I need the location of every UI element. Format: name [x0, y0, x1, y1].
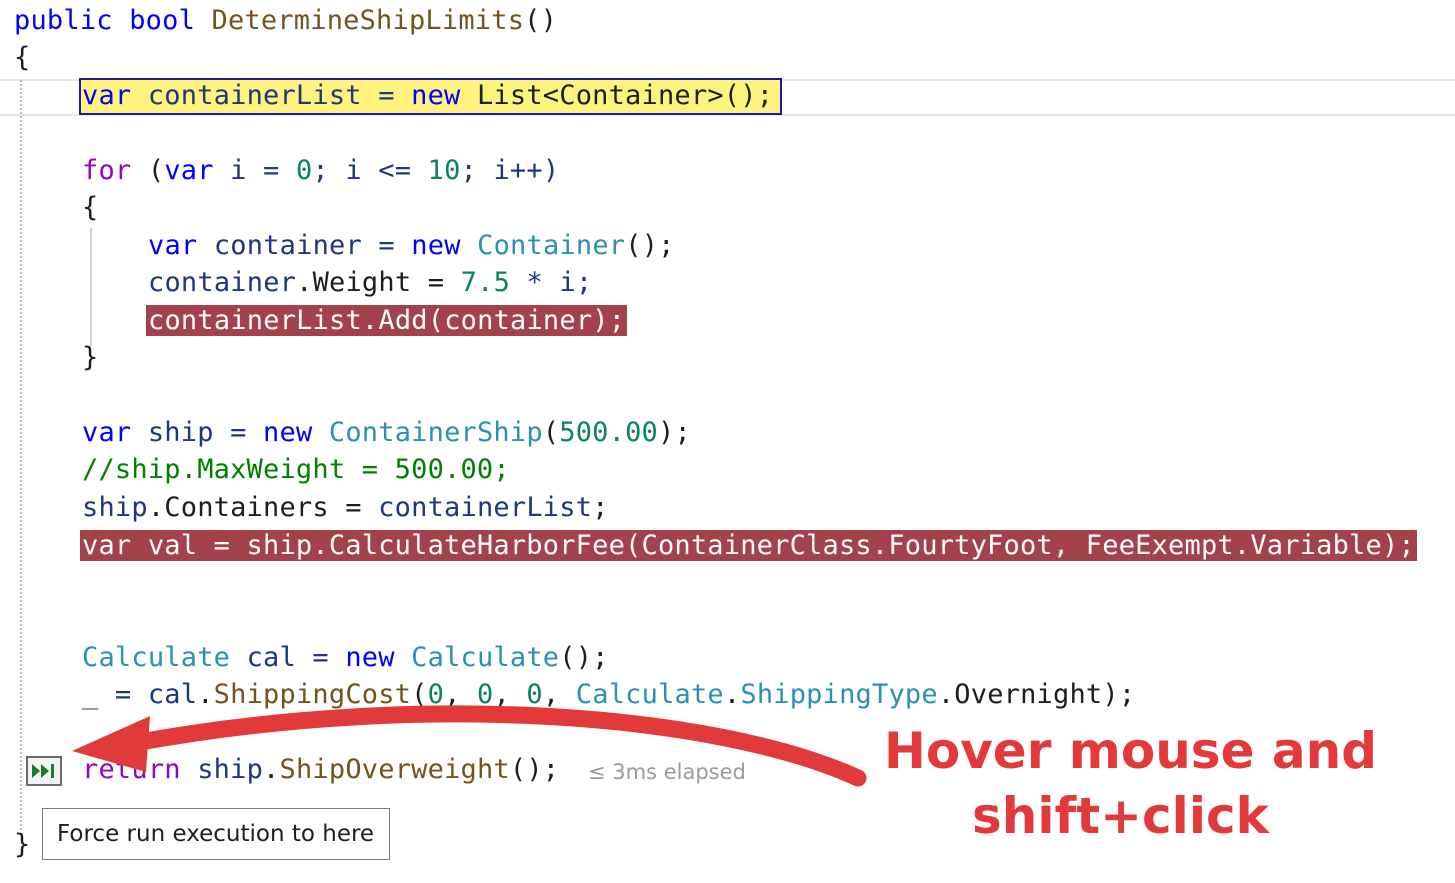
close-brace: }: [82, 342, 99, 373]
method-call: ShipOverweight: [279, 754, 510, 785]
code-line-weight[interactable]: container.Weight = 7.5 * i;: [148, 264, 592, 301]
code-text: .Containers =: [147, 492, 379, 523]
code-text: .: [723, 679, 741, 710]
code-line-comment[interactable]: //ship.MaxWeight = 500.00;: [82, 451, 510, 488]
keyword-var: var: [148, 230, 198, 261]
code-line-current-statement[interactable]: var containerList = new List<Container>(…: [82, 77, 773, 114]
breakpoint-highlight: var val = ship.CalculateHarborFee(Contai…: [80, 530, 1417, 561]
close-brace: }: [14, 829, 31, 860]
keyword-new: new: [263, 417, 313, 448]
for-block-indent-guide: [90, 228, 92, 346]
annotation-line-1: Hover mouse and: [884, 722, 1378, 780]
type-name: Calculate: [411, 642, 560, 673]
keyword-public: public: [14, 5, 113, 36]
code-line-shipping-cost[interactable]: _ = cal.ShippingCost(0, 0, 0, Calculate.…: [82, 676, 1135, 713]
type-name: ContainerShip: [328, 417, 543, 448]
keyword-for: for: [82, 155, 132, 186]
code-text: ();: [559, 642, 609, 673]
identifier: ship: [197, 754, 264, 785]
force-run-tooltip: Force run execution to here: [42, 808, 390, 860]
code-text: ();: [625, 230, 675, 261]
code-line-close-brace[interactable]: }: [14, 826, 30, 863]
code-line-for-open-brace[interactable]: {: [82, 189, 98, 226]
number-literal: 0: [477, 679, 494, 710]
code-line-return[interactable]: return ship.ShipOverweight();: [82, 751, 559, 788]
code-line-signature[interactable]: public bool DetermineShipLimits(): [14, 2, 557, 39]
run-to-here-icon: [32, 764, 54, 778]
code-line-for-close-brace[interactable]: }: [82, 339, 98, 376]
code-text: .: [197, 679, 214, 710]
code-line-containers-assign[interactable]: ship.Containers = containerList;: [82, 489, 609, 526]
code-text: (: [411, 679, 428, 710]
code-text: ,: [493, 679, 527, 710]
code-line-new-ship[interactable]: var ship = new ContainerShip(500.00);: [82, 414, 691, 451]
code-text: ship =: [131, 417, 264, 448]
code-line-new-calculate[interactable]: Calculate cal = new Calculate();: [82, 639, 609, 676]
open-brace: {: [14, 42, 31, 73]
code-line-for[interactable]: for (var i = 0; i <= 10; i++): [82, 152, 559, 189]
open-brace: {: [82, 192, 99, 223]
code-text: ;: [592, 492, 609, 523]
annotation-line-2: shift+click: [972, 787, 1269, 845]
identifier: ship: [82, 492, 148, 523]
code-comment: //ship.MaxWeight = 500.00;: [82, 454, 510, 485]
code-text: * i;: [510, 267, 593, 298]
keyword-var: var: [82, 80, 132, 111]
code-line-breakpoint-harbor-fee[interactable]: var val = ship.CalculateHarborFee(Contai…: [80, 527, 1417, 564]
type-name: ShippingType: [740, 679, 938, 710]
method-call: ShippingCost: [213, 679, 412, 710]
type-name: Calculate: [82, 642, 231, 673]
code-text: ,: [444, 679, 477, 710]
number-literal: 7.5: [460, 267, 511, 298]
identifier: cal: [147, 679, 198, 710]
keyword-bool: bool: [129, 5, 196, 36]
keyword-var: var: [82, 417, 132, 448]
breakpoint-highlight: containerList.Add(container);: [146, 305, 628, 336]
number-literal: 10: [427, 155, 461, 186]
code-text: container =: [197, 230, 412, 261]
number-literal: 0: [295, 155, 313, 186]
keyword-var: var: [164, 155, 214, 186]
code-line-open-brace[interactable]: {: [14, 39, 30, 76]
identifier: container: [148, 267, 297, 298]
code-text: .: [263, 754, 280, 785]
method-indent-guide: [20, 80, 22, 830]
number-literal: 0: [526, 679, 543, 710]
code-text: cal =: [230, 642, 346, 673]
code-text: .Overnight);: [937, 679, 1136, 710]
run-execution-to-here-button[interactable]: [26, 756, 62, 786]
method-name: DetermineShipLimits: [211, 5, 525, 36]
code-text: ();: [509, 754, 560, 785]
code-text: (: [131, 155, 165, 186]
identifier: containerList: [378, 492, 593, 523]
signature-parens: (): [524, 5, 558, 36]
elapsed-time-perftip: ≤ 3ms elapsed: [588, 760, 746, 784]
type-name: Calculate: [575, 679, 724, 710]
code-text: containerList =: [131, 80, 412, 111]
code-text: (: [542, 417, 560, 448]
keyword-new: new: [345, 642, 395, 673]
number-literal: 0: [427, 679, 445, 710]
keyword-new: new: [411, 230, 461, 261]
code-text: List<Container>();: [460, 80, 774, 111]
code-text: _ =: [82, 679, 148, 710]
code-text: ,: [542, 679, 576, 710]
code-text: i =: [213, 155, 296, 186]
code-line-breakpoint-add[interactable]: containerList.Add(container);: [146, 302, 628, 339]
code-text: );: [658, 417, 691, 448]
number-literal: 500.00: [559, 417, 658, 448]
keyword-new: new: [411, 80, 461, 111]
type-name: Container: [477, 230, 626, 261]
code-line-new-container[interactable]: var container = new Container();: [148, 227, 675, 264]
code-text: ; i++): [460, 155, 560, 186]
code-text: ; i <=: [312, 155, 428, 186]
keyword-return: return: [82, 754, 181, 785]
code-text: .Weight =: [296, 267, 461, 298]
